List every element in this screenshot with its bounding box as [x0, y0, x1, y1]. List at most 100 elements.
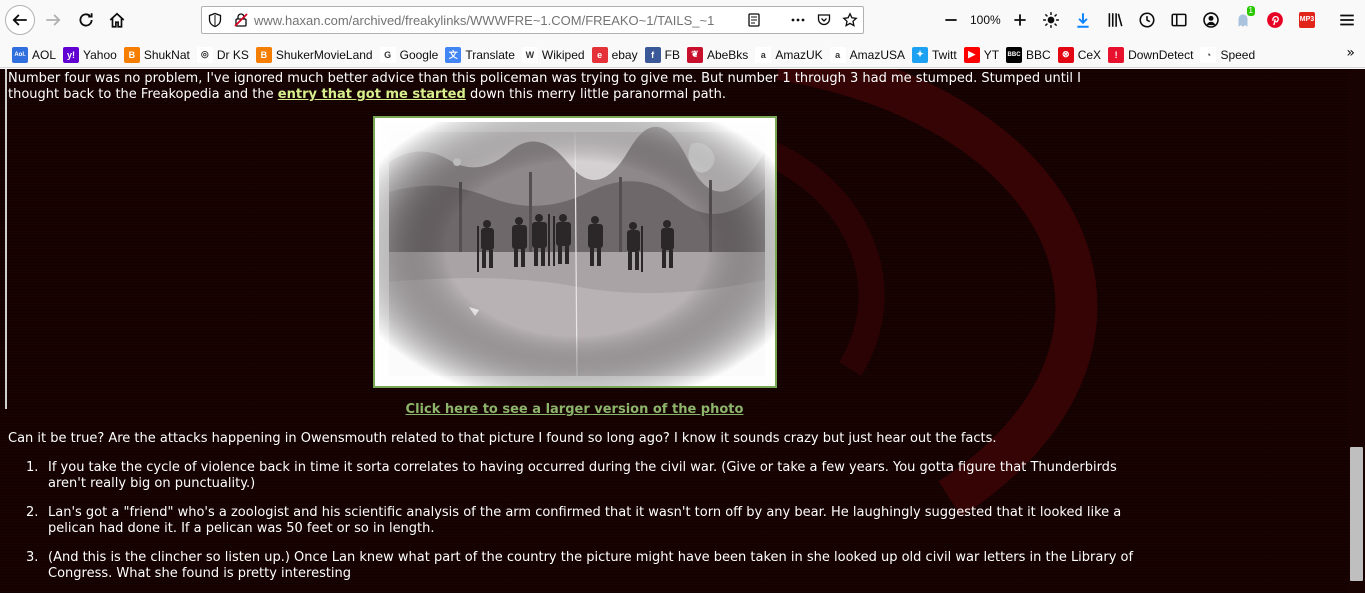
civil-war-soldiers-photo [379, 122, 775, 386]
zoom-in-button[interactable] [1005, 5, 1035, 35]
bookmark-label: YT [983, 47, 1000, 62]
bookmark-label: Google [399, 47, 439, 62]
ebay-icon: e [591, 46, 608, 63]
twitter-icon: ✦ [912, 46, 929, 63]
sidebar-button[interactable] [1164, 5, 1194, 35]
insecure-lock-icon[interactable] [228, 7, 254, 33]
url-text[interactable]: www.haxan.com/archived/freakylinks/WWWFR… [254, 13, 741, 28]
reload-button[interactable] [71, 5, 101, 35]
google-icon: G [379, 46, 396, 63]
bookmark-translate[interactable]: 文 Translate [443, 44, 520, 66]
bookmark-label: AmazUK [775, 47, 823, 62]
bookmark-label: Dr KS [216, 47, 249, 62]
bookmark-dr ks[interactable]: ◎ Dr KS [195, 44, 254, 66]
bookmark-fb[interactable]: f FB [643, 44, 685, 66]
bookmark-shukermovieland[interactable]: B ShukerMovieLand [254, 44, 378, 66]
right-toolbar: 1 MP3 [1036, 5, 1362, 35]
reader-view-icon[interactable] [741, 7, 767, 33]
bookmark-amazuk[interactable]: a AmazUK [753, 44, 827, 66]
library-button[interactable] [1100, 5, 1130, 35]
bookmark-twitt[interactable]: ✦ Twitt [910, 44, 962, 66]
bookmark-label: DownDetect [1128, 47, 1194, 62]
url-bar[interactable]: www.haxan.com/archived/freakylinks/WWWFR… [201, 6, 864, 34]
minus-icon [945, 19, 957, 21]
bookmark-abebks[interactable]: ❦ AbeBks [685, 44, 753, 66]
bookmark-label: Yahoo [83, 47, 117, 62]
bookmark-label: BBC [1026, 47, 1051, 62]
sidebar-icon [1171, 13, 1187, 27]
account-button[interactable] [1196, 5, 1226, 35]
bookmark-label: ShukerMovieLand [275, 47, 373, 62]
sun-icon [1043, 12, 1059, 28]
page-actions-icon[interactable] [785, 7, 811, 33]
zoom-level[interactable]: 100% [966, 13, 1005, 27]
cex-icon: ⊗ [1057, 46, 1074, 63]
bookmark-ebay[interactable]: e ebay [590, 44, 643, 66]
bookmark-wikiped[interactable]: W Wikiped [520, 44, 590, 66]
amazon-icon: a [755, 46, 772, 63]
youtube-icon: ▶ [963, 46, 980, 63]
shield-icon[interactable] [202, 7, 228, 33]
pinterest-icon [1267, 12, 1283, 28]
clock-icon [1139, 12, 1155, 28]
bookmark-yahoo[interactable]: y! Yahoo [61, 44, 122, 66]
bookmark-cex[interactable]: ⊗ CeX [1056, 44, 1106, 66]
bookmark-google[interactable]: G Google [378, 44, 444, 66]
page-scrollbar[interactable] [1348, 69, 1365, 593]
browser-toolbar: www.haxan.com/archived/freakylinks/WWWFR… [0, 0, 1365, 40]
bookmark-yt[interactable]: ▶ YT [962, 44, 1004, 66]
bookmark-list: Aol. AOL y! Yahoo B ShukNat ◎ Dr KS B ShukerMovie… [10, 44, 1260, 66]
plus-icon [1014, 14, 1026, 26]
fact-list-item: 2. Lan's got a "friend" who's a zoologist… [26, 505, 1146, 537]
pocket-icon[interactable] [811, 7, 837, 33]
fact-text: If you take the cycle of violence back i… [48, 460, 1117, 491]
bookmark-shuknat[interactable]: B ShukNat [122, 44, 195, 66]
download-icon [1077, 13, 1089, 28]
speed-icon: ◔ [1200, 46, 1217, 63]
scrollbar-thumb[interactable] [1350, 447, 1363, 581]
intro-text-end: down this merry little paranormal path. [465, 87, 727, 102]
bookmark-label: Speed [1220, 47, 1256, 62]
home-button[interactable] [102, 5, 132, 35]
blogger-icon: B [255, 46, 272, 63]
amazon-icon: a [829, 46, 846, 63]
entry-link[interactable]: entry that got me started [278, 87, 466, 102]
intro-paragraph: Number four was no problem, I've ignored… [8, 71, 1128, 103]
bookmark-label: ebay [611, 47, 638, 62]
bookmark-star-icon[interactable] [837, 7, 863, 33]
menu-button[interactable] [1332, 5, 1362, 35]
bookmark-label: Wikiped [541, 47, 585, 62]
brightness-button[interactable] [1036, 5, 1066, 35]
bookmark-amazusa[interactable]: a AmazUSA [828, 44, 910, 66]
blogger-icon: B [123, 46, 140, 63]
downdetector-icon: ! [1108, 46, 1125, 63]
fact-list-item: 1. If you take the cycle of violence back… [26, 460, 1146, 492]
bookmark-aol[interactable]: Aol. AOL [10, 44, 61, 66]
fact-list-item: 3. (And this is the clincher so listen up… [26, 550, 1146, 582]
extension-button[interactable]: 1 [1228, 5, 1258, 35]
zoom-out-button[interactable] [936, 5, 966, 35]
bookmarks-toolbar: Aol. AOL y! Yahoo B ShukNat ◎ Dr KS B ShukerMovie… [0, 42, 1365, 68]
bookmark-label: Translate [465, 47, 515, 62]
history-button[interactable] [1132, 5, 1162, 35]
downloads-button[interactable] [1068, 5, 1098, 35]
bookmark-downdetect[interactable]: ! DownDetect [1106, 44, 1198, 66]
bookmark-label: ShukNat [143, 47, 190, 62]
question-paragraph: Can it be true? Are the attacks happenin… [8, 431, 997, 446]
bookmark-speed[interactable]: ◔ Speed [1198, 44, 1260, 66]
wikipedia-icon: W [521, 46, 538, 63]
pinterest-button[interactable] [1260, 5, 1290, 35]
bookmark-label: AOL [32, 47, 57, 62]
bookmark-bbc[interactable]: BBC BBC [1004, 44, 1056, 66]
civil-war-photo-frame[interactable] [373, 116, 777, 388]
forward-button[interactable] [38, 5, 68, 35]
account-icon [1203, 12, 1219, 28]
larger-photo-link[interactable]: Click here to see a larger version of th… [0, 402, 1149, 417]
page-content: Number four was no problem, I've ignored… [0, 69, 1365, 593]
mp3-extension-button[interactable]: MP3 [1292, 5, 1322, 35]
chevron-double-right-icon[interactable]: » [1346, 45, 1355, 61]
back-button[interactable] [5, 5, 35, 35]
facebook-icon: f [644, 46, 661, 63]
fact-number: 3. [26, 550, 39, 565]
bookmark-label: FB [664, 47, 680, 62]
